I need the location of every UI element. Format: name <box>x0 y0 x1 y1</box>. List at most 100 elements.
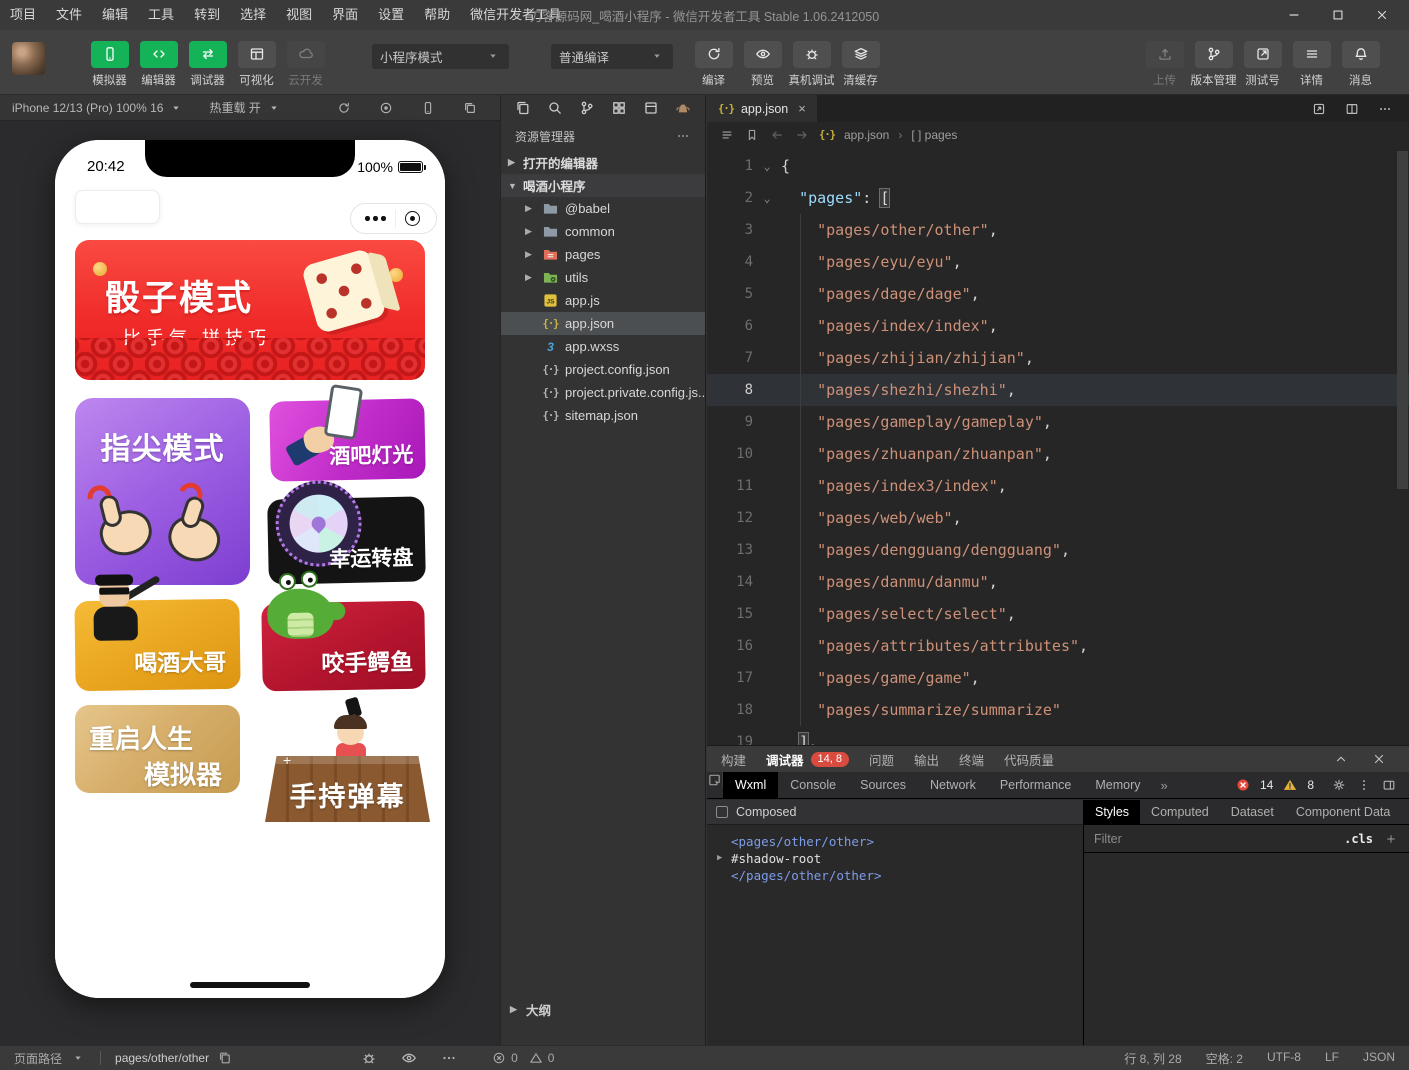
code-line[interactable]: 13 "pages/dengguang/dengguang", <box>707 534 1409 566</box>
dock-side-icon[interactable] <box>1381 777 1397 793</box>
collapse-panel-icon[interactable] <box>1333 751 1349 767</box>
code-line[interactable]: 9 "pages/gameplay/gameplay", <box>707 406 1409 438</box>
hot-reload-toggle[interactable]: 热重载 开 <box>209 99 260 116</box>
menu-item[interactable]: 转到 <box>184 0 230 30</box>
file-tree-item[interactable]: {·} app.json <box>501 312 705 335</box>
tile-restart-life-simulator[interactable]: 重启人生 模拟器 <box>75 705 240 793</box>
expand-arrow[interactable]: ▶ <box>717 850 729 867</box>
kebab-menu-icon[interactable] <box>1356 777 1372 793</box>
inspect-element-icon[interactable] <box>707 772 723 788</box>
page-path-label[interactable]: 页面路径 <box>14 1050 62 1067</box>
refresh-icon[interactable] <box>336 100 352 116</box>
open-editors-section[interactable]: ▶ 打开的编辑器 <box>501 151 705 174</box>
toolbar-right-button[interactable]: 详情 <box>1287 41 1336 88</box>
editor-scrollbar[interactable] <box>1397 151 1408 489</box>
problems-summary[interactable]: 0 0 <box>491 1050 554 1066</box>
avatar[interactable] <box>12 42 45 75</box>
devtools-tab[interactable]: Memory <box>1083 772 1152 798</box>
tile-fingertip-mode[interactable]: 指尖模式 <box>75 398 250 585</box>
menu-item[interactable]: 工具 <box>138 0 184 30</box>
more-actions-icon[interactable] <box>675 128 691 144</box>
more-options-icon[interactable] <box>441 1050 457 1066</box>
debugger-tab[interactable]: 代码质量 <box>1004 750 1054 769</box>
file-tree-item[interactable]: {·} sitemap.json <box>501 404 705 427</box>
code-area[interactable]: 1⌄{2⌄ "pages": [3 "pages/other/other",4 … <box>707 148 1409 745</box>
code-line[interactable]: 12 "pages/web/web", <box>707 502 1409 534</box>
menu-item[interactable]: 界面 <box>322 0 368 30</box>
activity-icon[interactable] <box>675 100 691 116</box>
dom-tree-row[interactable]: ▶ #shadow-root <box>717 850 1083 867</box>
device-selector[interactable]: iPhone 12/13 (Pro) 100% 16 <box>12 101 163 115</box>
debugger-tab[interactable]: 构建 <box>721 750 746 769</box>
menu-item[interactable]: 设置 <box>368 0 414 30</box>
breadcrumb-file[interactable]: app.json <box>844 128 889 142</box>
multi-window-icon[interactable] <box>462 100 478 116</box>
activity-icon[interactable] <box>579 100 595 116</box>
maximize-icon[interactable] <box>1331 8 1345 22</box>
close-icon[interactable] <box>1375 8 1389 22</box>
code-line[interactable]: 2⌄ "pages": [ <box>707 182 1409 214</box>
tile-bar-light[interactable]: 酒吧灯光 <box>269 398 426 481</box>
outline-section[interactable]: ▶ 大纲 <box>501 997 705 1021</box>
code-line[interactable]: 11 "pages/index3/index", <box>707 470 1409 502</box>
toolbar-mode-button[interactable]: 可视化 <box>232 41 281 88</box>
debugger-tab[interactable]: 问题 <box>869 750 894 769</box>
toolbar-right-button[interactable]: 版本管理 <box>1189 41 1238 88</box>
file-tree-item[interactable]: 3 app.wxss <box>501 335 705 358</box>
menu-item[interactable]: 帮助 <box>414 0 460 30</box>
devtools-tab[interactable]: Network <box>918 772 988 798</box>
file-tree-item[interactable]: ▶ pages <box>501 243 705 266</box>
record-icon[interactable] <box>378 100 394 116</box>
file-tree-item[interactable]: ▶ @babel <box>501 197 705 220</box>
dice-mode-banner[interactable]: 骰子模式 比手气 拼技巧 <box>75 240 425 380</box>
more-tabs-icon[interactable]: » <box>1153 772 1176 798</box>
composed-checkbox[interactable] <box>716 806 728 818</box>
split-editor-icon[interactable] <box>1344 101 1360 117</box>
open-preview-icon[interactable] <box>1311 101 1327 117</box>
code-line[interactable]: 17 "pages/game/game", <box>707 662 1409 694</box>
file-tree-item[interactable]: ▶ common <box>501 220 705 243</box>
code-line[interactable]: 19 ], <box>707 726 1409 745</box>
toolbar-mode-button[interactable]: 调试器 <box>183 41 232 88</box>
encoding[interactable]: UTF-8 <box>1267 1050 1301 1067</box>
settings-gear-icon[interactable] <box>1331 777 1347 793</box>
menu-item[interactable]: 编辑 <box>92 0 138 30</box>
file-tree-item[interactable]: ▶ utils <box>501 266 705 289</box>
activity-icon[interactable] <box>611 100 627 116</box>
devtools-tab[interactable]: Performance <box>988 772 1084 798</box>
nav-forward-icon[interactable] <box>794 127 810 143</box>
mode-select[interactable]: 小程序模式 <box>372 44 509 69</box>
code-line[interactable]: 4 "pages/eyu/eyu", <box>707 246 1409 278</box>
debug-bug-icon[interactable] <box>361 1050 377 1066</box>
styles-filter-input[interactable] <box>1094 832 1334 846</box>
bookmark-icon[interactable] <box>744 127 760 143</box>
copy-path-icon[interactable] <box>217 1050 233 1066</box>
tab-close-icon[interactable]: × <box>798 101 806 116</box>
project-section[interactable]: ▼ 喝酒小程序 <box>501 174 705 197</box>
file-tree-item[interactable]: JS app.js <box>501 289 705 312</box>
styles-tab[interactable]: Dataset <box>1220 800 1285 824</box>
code-line[interactable]: 8 "pages/shezhi/shezhi", <box>707 374 1409 406</box>
tile-handheld-danmaku[interactable]: + 手持弹幕 <box>265 700 430 822</box>
code-line[interactable]: 7 "pages/zhijian/zhijian", <box>707 342 1409 374</box>
editor-tab-appjson[interactable]: {·} app.json × <box>707 95 817 122</box>
devtools-tab[interactable]: Console <box>778 772 848 798</box>
code-line[interactable]: 6 "pages/index/index", <box>707 310 1409 342</box>
eol-type[interactable]: LF <box>1325 1050 1339 1067</box>
empty-widget-box[interactable] <box>75 190 160 224</box>
more-menu-icon[interactable] <box>365 216 386 221</box>
cls-toggle[interactable]: .cls <box>1344 832 1373 846</box>
toolbar-mode-button[interactable]: 云开发 <box>281 41 330 88</box>
code-line[interactable]: 1⌄{ <box>707 150 1409 182</box>
toolbar-mode-button[interactable]: 模拟器 <box>85 41 134 88</box>
code-line[interactable]: 14 "pages/danmu/danmu", <box>707 566 1409 598</box>
styles-tab[interactable]: Styles <box>1084 800 1140 824</box>
code-line[interactable]: 16 "pages/attributes/attributes", <box>707 630 1409 662</box>
code-line[interactable]: 10 "pages/zhuanpan/zhuanpan", <box>707 438 1409 470</box>
cursor-position[interactable]: 行 8, 列 28 <box>1124 1050 1181 1067</box>
menu-item[interactable]: 文件 <box>46 0 92 30</box>
more-actions-icon[interactable] <box>1377 101 1393 117</box>
toolbar-action-button[interactable]: 真机调试 <box>787 41 836 88</box>
new-style-rule-icon[interactable] <box>1383 831 1399 847</box>
caret-down-icon[interactable] <box>168 100 184 116</box>
